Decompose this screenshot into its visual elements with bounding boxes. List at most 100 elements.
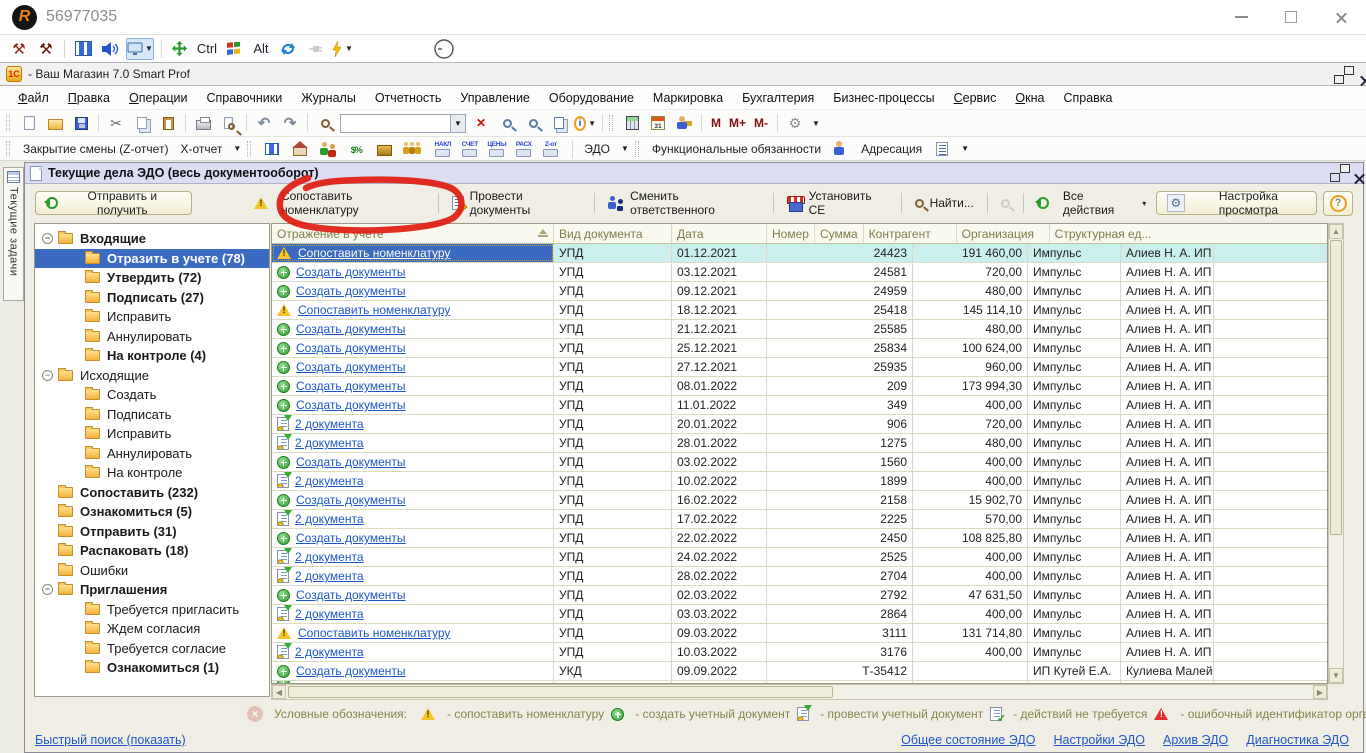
tree-item[interactable]: Исправить	[35, 424, 269, 444]
refresh-icon[interactable]	[277, 38, 299, 60]
menu-item[interactable]: Отчетность	[375, 91, 442, 105]
tree-item[interactable]: Аннулировать	[35, 444, 269, 464]
cell-date[interactable]: 20.01.2022	[672, 415, 767, 433]
table-row[interactable]: 2 документа УПД 28.02.2022 2704 400,00 И…	[272, 567, 1327, 586]
file-transfer-icon[interactable]	[72, 38, 94, 60]
cell-number[interactable]: 25834	[767, 339, 913, 357]
scroll-down-icon[interactable]: ▼	[1329, 668, 1343, 683]
cell-number[interactable]: 2450	[767, 529, 913, 547]
tree-item[interactable]: Утвердить (72)	[35, 268, 269, 288]
cell-doc-type[interactable]: УПД	[554, 415, 672, 433]
find-prev-icon[interactable]	[522, 112, 544, 134]
tree-item[interactable]: На контроле	[35, 463, 269, 483]
cell-organization[interactable]: Кулиева Малей...	[1121, 662, 1214, 680]
power-icon[interactable]: ▼	[331, 38, 353, 60]
cell-contractor[interactable]: Импульс	[1028, 282, 1121, 300]
row-action-link[interactable]: Создать документы	[296, 265, 406, 279]
cell-date[interactable]: 25.12.2021	[672, 339, 767, 357]
cell-doc-type[interactable]: УПД	[554, 244, 672, 262]
cell-number[interactable]: 2525	[767, 548, 913, 566]
addressing-icon[interactable]	[931, 138, 953, 160]
find-button[interactable]: Найти...	[911, 194, 978, 212]
mini-report-button[interactable]: НАКЛ	[429, 141, 456, 157]
table-row[interactable]: Сопоставить номенклатуру УПД 01.12.2021 …	[272, 244, 1327, 263]
view-settings-button[interactable]: Настройка просмотра	[1156, 191, 1317, 215]
cell-structural-unit[interactable]	[1214, 491, 1327, 509]
menu-item[interactable]: Управление	[460, 91, 530, 105]
current-tasks-tab[interactable]: Текущие задачи	[3, 167, 24, 301]
change-responsible-button[interactable]: Сменить ответственного	[604, 187, 765, 219]
match-nomenclature-button[interactable]: Сопоставить номенклатуру	[250, 187, 429, 219]
cell-structural-unit[interactable]	[1214, 624, 1327, 642]
scroll-right-icon[interactable]: ▶	[1313, 685, 1327, 699]
table-row[interactable]: 2 документа УПД 28.01.2022 1275 480,00 И…	[272, 434, 1327, 453]
cell-structural-unit[interactable]	[1214, 377, 1327, 395]
table-row[interactable]: Создать документы УПД 21.12.2021 25585 4…	[272, 320, 1327, 339]
cell-action[interactable]: Создать документы	[272, 358, 554, 376]
collapse-icon[interactable]	[42, 370, 53, 381]
cell-action[interactable]: Создать документы	[272, 586, 554, 604]
cell-sum[interactable]: 100 624,00	[913, 339, 1028, 357]
cut-icon[interactable]	[105, 112, 127, 134]
cell-structural-unit[interactable]	[1214, 320, 1327, 338]
cell-structural-unit[interactable]	[1214, 434, 1327, 452]
menu-item[interactable]: Маркировка	[653, 91, 723, 105]
table-row[interactable]: Создать документы УПД 02.03.2022 2792 47…	[272, 586, 1327, 605]
contractors-icon[interactable]	[317, 138, 339, 160]
cell-number[interactable]: 1899	[767, 472, 913, 490]
cell-action[interactable]: 2 документа	[272, 548, 554, 566]
table-row[interactable]: Создать документы УПД 25.12.2021 25834 1…	[272, 339, 1327, 358]
cell-number[interactable]: 3176	[767, 643, 913, 661]
find-next-icon[interactable]	[496, 112, 518, 134]
service-settings-icon[interactable]	[784, 112, 806, 134]
cell-date[interactable]: 09.03.2022	[672, 624, 767, 642]
clear-find-button[interactable]	[997, 197, 1014, 210]
tree-item[interactable]: Отразить в учете (78)	[35, 249, 269, 269]
cell-contractor[interactable]: Импульс	[1028, 358, 1121, 376]
row-action-link[interactable]: Создать документы	[296, 455, 406, 469]
cell-structural-unit[interactable]	[1214, 548, 1327, 566]
cell-number[interactable]: 25585	[767, 320, 913, 338]
cell-sum[interactable]: 15 902,70	[913, 491, 1028, 509]
cell-structural-unit[interactable]	[1214, 567, 1327, 585]
money-icon[interactable]	[345, 138, 367, 160]
staff-icon[interactable]	[401, 138, 423, 160]
cell-date[interactable]: 10.02.2022	[672, 472, 767, 490]
cell-action[interactable]: Создать документы	[272, 396, 554, 414]
table-row[interactable]: 2 документа УПД 03.03.2022 2864 400,00 И…	[272, 605, 1327, 624]
post-documents-button[interactable]: Провести документы	[448, 187, 585, 219]
cell-doc-type[interactable]: УПД	[554, 586, 672, 604]
cell-number[interactable]: 906	[767, 415, 913, 433]
row-action-link[interactable]: Сопоставить номенклатуру	[298, 303, 450, 317]
cell-structural-unit[interactable]	[1214, 605, 1327, 623]
cell-contractor[interactable]: Импульс	[1028, 453, 1121, 471]
cell-doc-type[interactable]: УПД	[554, 548, 672, 566]
cell-structural-unit[interactable]	[1214, 662, 1327, 680]
memory-button[interactable]: M-	[751, 116, 771, 130]
cell-organization[interactable]: Алиев Н. А. ИП	[1121, 472, 1214, 490]
cell-contractor[interactable]: Импульс	[1028, 263, 1121, 281]
collapse-icon[interactable]	[42, 233, 53, 244]
cell-date[interactable]: 01.12.2021	[672, 244, 767, 262]
cell-organization[interactable]: Алиев Н. А. ИП	[1121, 377, 1214, 395]
cell-structural-unit[interactable]	[1214, 510, 1327, 528]
cell-organization[interactable]: Алиев Н. А. ИП	[1121, 263, 1214, 281]
row-action-link[interactable]: Создать документы	[296, 588, 406, 602]
cell-organization[interactable]: Алиев Н. А. ИП	[1121, 624, 1214, 642]
cell-contractor[interactable]: Импульс	[1028, 605, 1121, 623]
cell-action[interactable]: 2 документа	[272, 567, 554, 585]
column-header[interactable]: Вид документа	[554, 224, 672, 243]
tree-item[interactable]: Распаковать (18)	[35, 541, 269, 561]
row-action-link[interactable]: Создать документы	[296, 284, 406, 298]
cell-contractor[interactable]: Импульс	[1028, 301, 1121, 319]
undo-icon[interactable]	[253, 112, 275, 134]
mini-report-button[interactable]: ЦЕНЫ	[483, 141, 510, 157]
table-row[interactable]: 2 документа УПД 20.01.2022 906 720,00 Им…	[272, 415, 1327, 434]
print-icon[interactable]	[192, 112, 214, 134]
cell-date[interactable]: 03.12.2021	[672, 263, 767, 281]
cell-action[interactable]: Создать документы	[272, 662, 554, 680]
cell-organization[interactable]: Алиев Н. А. ИП	[1121, 244, 1214, 262]
table-row[interactable]: Создать документы УПД 16.02.2022 2158 15…	[272, 491, 1327, 510]
cell-number[interactable]: 1275	[767, 434, 913, 452]
cell-doc-type[interactable]: УПД	[554, 510, 672, 528]
